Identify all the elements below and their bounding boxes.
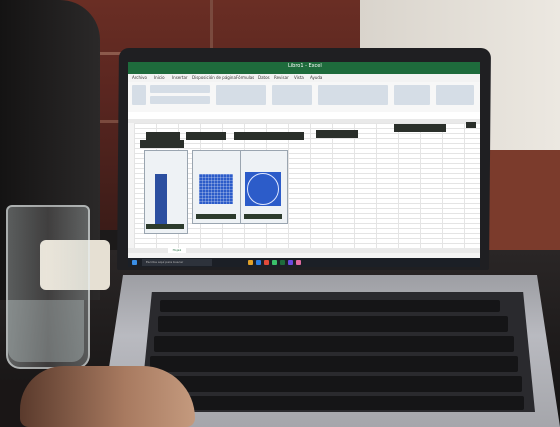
app-icon[interactable] bbox=[264, 260, 269, 265]
windows-taskbar: Escribe aquí para buscar bbox=[128, 258, 480, 267]
panel-footer bbox=[146, 224, 184, 229]
tab-formulas[interactable]: Fórmulas bbox=[236, 75, 254, 80]
font-controls[interactable] bbox=[150, 85, 210, 93]
doorway bbox=[480, 150, 560, 260]
circle-outline bbox=[247, 173, 279, 205]
font-style-controls[interactable] bbox=[150, 96, 210, 104]
formula-cell-block[interactable] bbox=[394, 124, 446, 132]
editing-group[interactable] bbox=[436, 85, 474, 105]
tile-grout bbox=[210, 0, 213, 55]
formula-cell-block[interactable] bbox=[186, 132, 226, 140]
file-explorer-icon[interactable] bbox=[248, 260, 253, 265]
home-key-row[interactable] bbox=[150, 356, 518, 372]
blue-bar-image bbox=[155, 174, 167, 226]
blue-grid-image bbox=[199, 174, 233, 204]
app-icon[interactable] bbox=[296, 260, 301, 265]
excel-titlebar: Libro1 - Excel bbox=[128, 62, 480, 74]
panel-footer bbox=[244, 214, 282, 219]
tab-layout[interactable]: Disposición de página bbox=[192, 75, 236, 80]
blue-circle-image bbox=[245, 172, 281, 206]
tab-view[interactable]: Vista bbox=[294, 75, 304, 80]
sheet-tab[interactable]: Hoja1 bbox=[168, 248, 186, 253]
paste-button[interactable] bbox=[132, 85, 146, 105]
tab-home[interactable]: Inicio bbox=[154, 75, 165, 80]
formula-cell-block[interactable] bbox=[316, 130, 358, 138]
water-in-glass bbox=[8, 300, 84, 362]
cells-group[interactable] bbox=[394, 85, 430, 105]
number-group[interactable] bbox=[272, 85, 312, 105]
app-icon[interactable] bbox=[272, 260, 277, 265]
shift-key-row[interactable] bbox=[146, 376, 522, 392]
panel-footer bbox=[196, 214, 236, 219]
tab-review[interactable]: Revisar bbox=[274, 75, 289, 80]
app-icon[interactable] bbox=[288, 260, 293, 265]
formula-cell-block[interactable] bbox=[140, 140, 184, 148]
tab-file[interactable]: Archivo bbox=[132, 75, 147, 80]
space-key-row[interactable] bbox=[144, 396, 524, 410]
formula-cell-block[interactable] bbox=[234, 132, 304, 140]
photo-scene: Libro1 - Excel Archivo Inicio Insertar D… bbox=[0, 0, 560, 427]
ribbon-tabs: Archivo Inicio Insertar Disposición de p… bbox=[128, 74, 480, 82]
function-key-row[interactable] bbox=[160, 300, 500, 312]
keyboard bbox=[140, 292, 535, 412]
styles-group[interactable] bbox=[318, 85, 388, 105]
excel-icon[interactable] bbox=[280, 260, 285, 265]
laptop-screen: Libro1 - Excel Archivo Inicio Insertar D… bbox=[128, 62, 480, 258]
windows-start-icon[interactable] bbox=[132, 260, 137, 265]
edge-icon[interactable] bbox=[256, 260, 261, 265]
hand bbox=[20, 366, 195, 427]
tab-data[interactable]: Datos bbox=[258, 75, 270, 80]
tab-insert[interactable]: Insertar bbox=[172, 75, 188, 80]
search-box[interactable]: Escribe aquí para buscar bbox=[142, 259, 212, 266]
qwerty-key-row[interactable] bbox=[154, 336, 514, 352]
alignment-group[interactable] bbox=[216, 85, 266, 105]
formula-cell-block[interactable] bbox=[146, 132, 180, 140]
tab-help[interactable]: Ayuda bbox=[310, 75, 322, 80]
window-title: Libro1 - Excel bbox=[288, 63, 322, 69]
ribbon-toolbar bbox=[128, 82, 480, 113]
formula-cell-block[interactable] bbox=[466, 122, 476, 128]
number-key-row[interactable] bbox=[158, 316, 508, 332]
